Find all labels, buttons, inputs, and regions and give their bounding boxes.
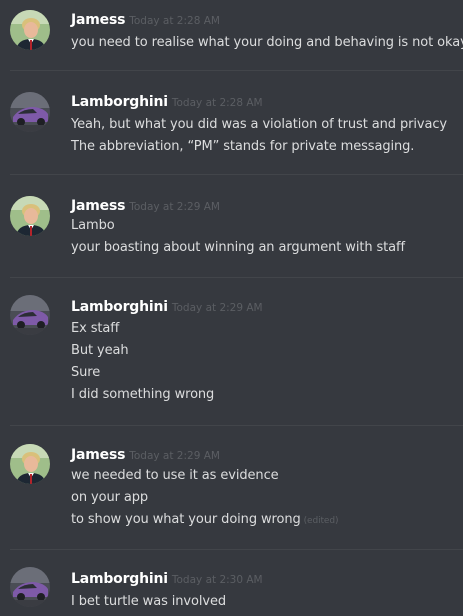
username[interactable]: Jamess (71, 12, 125, 28)
timestamp: Today at 2:28 AM (171, 97, 263, 109)
message-text: I did something wrong (71, 387, 215, 402)
message-text: your boasting about winning an argument … (71, 240, 405, 255)
message-text-content: to show you what your doing wrong (71, 512, 301, 527)
message-text: to show you what your doing wrong (edited… (71, 509, 339, 532)
timestamp: Today at 2:28 AM (129, 15, 220, 27)
message-text: you need to realise what your doing and … (71, 35, 463, 50)
message-divider (10, 425, 463, 426)
message-text: Yeah, but what you did was a violation o… (71, 117, 447, 132)
timestamp: Today at 2:29 AM (129, 450, 220, 462)
message-header: Jamess Today at 2:28 AM (71, 9, 220, 29)
lamborghini-avatar[interactable] (10, 295, 50, 335)
lamborghini-avatar[interactable] (10, 92, 50, 132)
jamess-avatar[interactable] (10, 196, 50, 236)
message-text: Sure (71, 365, 101, 380)
message-header: Jamess Today at 2:29 AM (71, 444, 220, 464)
message-list: Jamess Today at 2:28 AM you need to reali… (0, 0, 463, 616)
edited-label: (edited) (303, 516, 339, 526)
message-text: I bet turtle was involved (71, 594, 227, 609)
message-header: Jamess Today at 2:29 AM (71, 195, 220, 215)
message-divider (10, 70, 463, 71)
jamess-avatar[interactable] (10, 10, 50, 50)
message-text: on your app (71, 490, 149, 505)
username[interactable]: Jamess (71, 198, 125, 214)
message-divider (10, 549, 463, 550)
message-text: we needed to use it as evidence (71, 468, 279, 483)
message-text: Ex staff (71, 321, 120, 336)
timestamp: Today at 2:30 AM (171, 574, 263, 586)
message-text: The abbreviation, “PM” stands for privat… (71, 139, 415, 154)
timestamp: Today at 2:29 AM (129, 201, 220, 213)
message-text: But yeah (71, 343, 129, 358)
username[interactable]: Lamborghini (71, 571, 168, 587)
username[interactable]: Lamborghini (71, 94, 168, 110)
username[interactable]: Lamborghini (71, 299, 168, 315)
jamess-avatar[interactable] (10, 444, 50, 484)
timestamp: Today at 2:29 AM (171, 302, 263, 314)
lamborghini-avatar[interactable] (10, 567, 50, 607)
username[interactable]: Jamess (71, 447, 125, 463)
message-header: Lamborghini Today at 2:29 AM (71, 296, 263, 316)
message-divider (10, 174, 463, 175)
message-header: Lamborghini Today at 2:30 AM (71, 568, 263, 588)
message-divider (10, 277, 463, 278)
message-header: Lamborghini Today at 2:28 AM (71, 91, 263, 111)
message-text: Lambo (71, 218, 115, 233)
